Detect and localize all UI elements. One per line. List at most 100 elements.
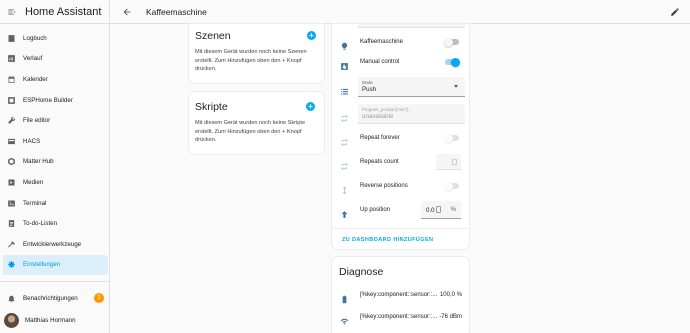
spinner-icon[interactable] [452, 159, 457, 165]
sidebar-item-label: Verlauf [23, 55, 43, 63]
diagnose-row-battery[interactable]: [%key:component::sensor::... 100,0 % [332, 286, 469, 304]
diagnose-title: Diagnose [339, 266, 384, 278]
sidebar-item-kalender[interactable]: Kalender [0, 69, 108, 90]
kaffeemaschine-label: Kaffeemaschine [360, 39, 403, 45]
diagnose-value: -76 dBm [439, 314, 462, 320]
reverse-positions-row: Reverse positions [332, 177, 469, 195]
sidebar-item-label: HACS [23, 137, 41, 145]
matter-icon [7, 157, 16, 166]
up-position-label: Up position [360, 207, 391, 213]
sidebar-item-developer-tools[interactable]: Entwicklerwerkzeuge [0, 234, 108, 255]
spinner-icon[interactable] [436, 206, 441, 213]
program-position-field[interactable]: Program_position["mm"]... unavailable [358, 104, 465, 124]
repeat-icon [340, 110, 349, 123]
sidebar-user[interactable]: Matthias Hormann [0, 311, 110, 329]
scripts-card: Skripte + Mit diesem Gerät wurden noch k… [189, 92, 324, 154]
hammer-icon [7, 240, 16, 249]
user-name: Matthias Hormann [25, 316, 76, 324]
sidebar-item-logbuch[interactable]: Logbuch [0, 28, 108, 49]
lightbulb-icon [340, 38, 349, 50]
dropdown-arrow-icon [454, 85, 458, 88]
sidebar-item-verlauf[interactable]: Verlauf [0, 49, 108, 70]
sidebar-nav: Logbuch Verlauf Kalender ESPHome Builder… [0, 24, 109, 276]
manual-control-toggle[interactable] [445, 57, 460, 67]
sidebar-item-medien[interactable]: Medien [0, 172, 108, 193]
history-icon [7, 54, 16, 63]
menu-collapse-icon[interactable] [7, 7, 17, 17]
wrench-icon [7, 116, 16, 125]
sidebar: Home Assistant Logbuch Verlauf Kalender … [0, 0, 110, 333]
gear-icon [7, 260, 16, 269]
reverse-positions-toggle[interactable] [444, 181, 459, 191]
add-scene-button[interactable]: + [307, 31, 316, 40]
mode-row: Mode Push [332, 77, 469, 99]
sidebar-item-todo[interactable]: To-do-Listen [0, 213, 108, 234]
arrow-up-icon [340, 206, 349, 218]
sidebar-item-notifications[interactable]: Benachrichtigungen 1 [0, 290, 110, 306]
sidebar-item-label: Entwicklerwerkzeuge [23, 240, 82, 248]
scenes-card-title: Szenen [195, 30, 231, 42]
program-position-label: Program_position["mm"]... [362, 107, 412, 112]
sidebar-item-file-editor[interactable]: File editor [0, 110, 108, 131]
logbook-icon [7, 34, 16, 43]
mode-select-label: Mode [362, 80, 373, 85]
hacs-icon [7, 137, 16, 146]
up-position-input[interactable]: 0.0 % [421, 201, 461, 219]
top-bar: Kaffeemaschine [110, 0, 690, 24]
sidebar-item-matter-hub[interactable]: Matter Hub [0, 152, 108, 173]
up-position-value: 0.0 [426, 207, 435, 214]
todo-icon [7, 219, 16, 228]
pencil-icon[interactable] [670, 7, 680, 17]
add-script-button[interactable]: + [306, 102, 315, 111]
repeat-forever-toggle[interactable] [444, 133, 459, 143]
repeats-count-row: Repeats count [332, 153, 469, 171]
sidebar-item-label: To-do-Listen [23, 220, 58, 228]
bell-icon [7, 294, 16, 303]
up-position-row: Up position 0.0 % [332, 201, 469, 219]
program-position-value: unavailable [362, 113, 394, 120]
sidebar-item-settings[interactable]: Einstellungen [3, 254, 108, 276]
media-icon [7, 178, 16, 187]
sidebar-item-esphome[interactable]: ESPHome Builder [0, 90, 108, 111]
battery-icon [340, 291, 349, 303]
repeat-forever-row: Repeat forever [332, 129, 469, 147]
repeat-forever-label: Repeat forever [360, 135, 400, 141]
repeat-icon [340, 134, 349, 146]
app-title: Home Assistant [25, 5, 102, 18]
swap-vertical-icon [340, 182, 349, 194]
kaffeemaschine-toggle[interactable] [444, 37, 459, 47]
sidebar-item-terminal[interactable]: Terminal [0, 193, 108, 214]
terminal-icon [7, 199, 16, 208]
reverse-positions-label: Reverse positions [360, 183, 408, 189]
sidebar-item-label: Matter Hub [23, 158, 54, 166]
sidebar-item-label: Kalender [23, 75, 48, 83]
mode-select[interactable]: Mode Push [358, 77, 465, 97]
add-to-dashboard-button[interactable]: ZU DASHBOARD HINZUFÜGEN [342, 237, 433, 243]
page-title: Kaffeemaschine [146, 6, 207, 17]
manual-control-label: Manual control [360, 59, 400, 65]
list-icon [340, 83, 349, 95]
diagnose-card: Diagnose [%key:component::sensor::... 10… [332, 257, 469, 333]
sidebar-item-label: Einstellungen [23, 261, 61, 269]
card-divider [332, 228, 469, 229]
calendar-icon [7, 75, 16, 84]
diagnose-label: [%key:component::sensor::... [360, 292, 438, 298]
sidebar-divider [0, 281, 110, 282]
manual-control-icon [340, 58, 349, 70]
avatar [4, 312, 19, 328]
sidebar-item-hacs[interactable]: HACS [0, 131, 108, 152]
controls-card: Kaffeemaschine Manual control Mode Push … [332, 24, 469, 249]
back-arrow-icon[interactable] [122, 7, 132, 17]
repeats-count-input[interactable] [436, 154, 461, 170]
diagnose-value: 100,0 % [439, 292, 462, 298]
wifi-icon [340, 313, 349, 324]
mode-select-value: Push [362, 86, 377, 93]
sidebar-item-label: ESPHome Builder [23, 96, 73, 104]
sidebar-item-label: Medien [23, 178, 44, 186]
diagnose-row-signal[interactable]: [%key:component::sensor::... -76 dBm [332, 308, 469, 326]
manual-control-row: Manual control [332, 53, 469, 71]
kaffeemaschine-row: Kaffeemaschine [332, 33, 469, 51]
scenes-card-text: Mit diesem Gerät wurden noch keine Szene… [195, 49, 307, 73]
sidebar-item-label: Logbuch [23, 34, 47, 42]
sidebar-item-label: File editor [23, 117, 51, 125]
